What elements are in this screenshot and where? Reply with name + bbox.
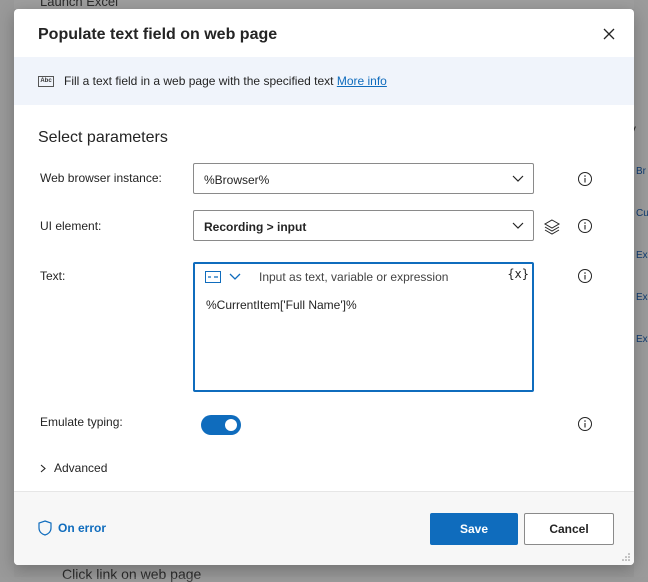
more-info-link[interactable]: More info xyxy=(337,74,387,88)
abc-icon: Abc xyxy=(38,76,54,87)
info-icon[interactable] xyxy=(577,416,593,432)
dialog-footer: On error Save Cancel xyxy=(14,491,634,565)
close-button[interactable] xyxy=(598,23,620,45)
info-icon[interactable] xyxy=(577,268,593,284)
chevron-down-icon xyxy=(512,222,524,229)
ui-element-value: Recording > input xyxy=(204,220,307,234)
insert-variable-button[interactable]: {x} xyxy=(507,267,529,281)
advanced-expander[interactable]: Advanced xyxy=(40,461,107,475)
on-error-button[interactable]: On error xyxy=(38,520,106,536)
text-input-hint: Input as text, variable or expression xyxy=(259,270,449,284)
shield-icon xyxy=(38,520,52,536)
browser-instance-label: Web browser instance: xyxy=(40,171,162,185)
browser-instance-value: %Browser% xyxy=(204,173,270,187)
emulate-typing-toggle[interactable] xyxy=(201,415,241,435)
text-input[interactable]: Input as text, variable or expression {x… xyxy=(193,262,534,392)
advanced-label: Advanced xyxy=(54,461,108,475)
emulate-typing-label: Emulate typing: xyxy=(40,415,123,429)
text-input-value: %CurrentItem['Full Name']% xyxy=(206,298,357,312)
browser-instance-select[interactable]: %Browser% xyxy=(193,163,534,194)
text-mode-icon[interactable] xyxy=(205,271,221,283)
section-title: Select parameters xyxy=(38,129,168,146)
info-icon[interactable] xyxy=(577,171,593,187)
info-icon[interactable] xyxy=(577,218,593,234)
banner-description: Fill a text field in a web page with the… xyxy=(64,74,334,88)
dialog-title: Populate text field on web page xyxy=(38,26,278,43)
on-error-label: On error xyxy=(58,521,107,535)
layers-icon[interactable] xyxy=(543,218,561,236)
chevron-down-icon[interactable] xyxy=(229,273,241,281)
toggle-knob xyxy=(225,419,237,431)
chevron-down-icon xyxy=(512,175,524,182)
ui-element-label: UI element: xyxy=(40,219,102,233)
info-banner: Abc Fill a text field in a web page with… xyxy=(14,57,634,105)
resize-grip-icon[interactable] xyxy=(621,552,631,562)
chevron-right-icon xyxy=(40,464,46,472)
populate-text-field-dialog: Populate text field on web page Abc Fill… xyxy=(14,9,634,565)
close-icon xyxy=(603,28,615,40)
ui-element-select[interactable]: Recording > input xyxy=(193,210,534,241)
banner-text: Fill a text field in a web page with the… xyxy=(64,74,387,88)
cancel-button[interactable]: Cancel xyxy=(524,513,614,545)
text-label: Text: xyxy=(40,269,66,283)
save-button[interactable]: Save xyxy=(430,513,518,545)
